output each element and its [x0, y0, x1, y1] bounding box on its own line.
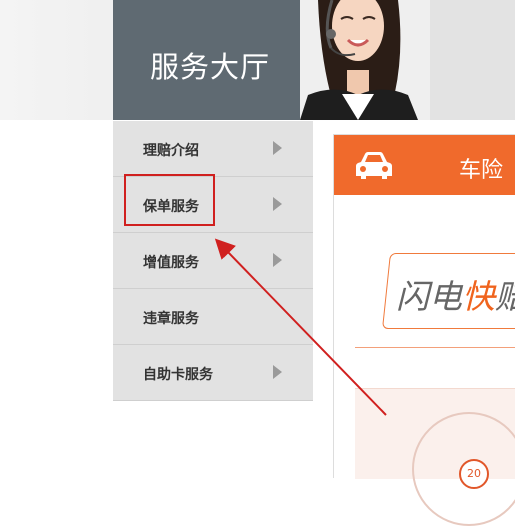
sidebar-item-value-added-service[interactable]: 增值服务: [113, 233, 313, 289]
sidebar-item-label: 违章服务: [143, 311, 199, 327]
promo-accent: 快: [462, 277, 495, 316]
sidebar-menu: 理赔介绍 保单服务 增值服务 违章服务 自助卡服务: [113, 121, 313, 401]
sidebar-item-label: 自助卡服务: [143, 367, 213, 383]
customer-service-agent-photo: [300, 0, 515, 120]
sidebar-item-claims-intro[interactable]: 理赔介绍: [113, 121, 313, 177]
car-icon: [356, 152, 392, 179]
sidebar-item-label: 增值服务: [143, 255, 199, 271]
banner-title: 服务大厅: [150, 50, 271, 84]
sidebar-item-label: 理赔介绍: [143, 143, 199, 159]
sidebar-item-violation-service[interactable]: 违章服务: [113, 289, 313, 345]
promo-prefix: 闪电: [396, 277, 462, 316]
panel-title: 车险: [459, 158, 504, 183]
triangle-right-icon: [273, 197, 282, 211]
triangle-right-icon: [273, 253, 282, 267]
sidebar-item-self-service-card[interactable]: 自助卡服务: [113, 345, 313, 401]
promo-suffix: 赔: [495, 277, 515, 316]
divider: [355, 347, 515, 348]
stamp-value: 20: [459, 459, 489, 489]
promo-slogan[interactable]: 闪电快赔: [396, 270, 515, 318]
triangle-right-icon: [273, 141, 282, 155]
annotation-highlight-box: [124, 174, 215, 226]
triangle-right-icon: [273, 365, 282, 379]
